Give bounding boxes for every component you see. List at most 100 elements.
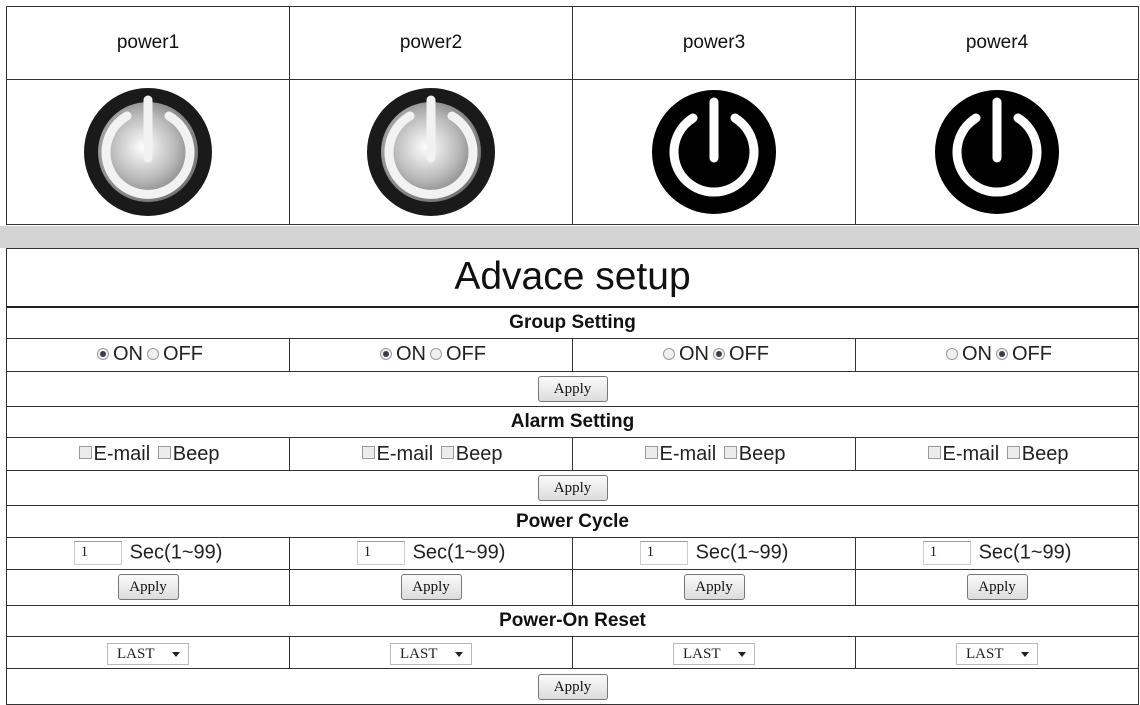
reset-mode-value: LAST [966, 645, 1004, 662]
alarm-setting-power3: E-mail Beep [572, 437, 856, 471]
power-cycle-apply-cell-2: Apply [289, 569, 573, 606]
off-radio[interactable] [147, 347, 159, 360]
outlet-label-power4: power4 [855, 6, 1139, 80]
off-label: OFF [446, 343, 486, 366]
power-on-reset-power1: LAST [6, 636, 290, 670]
on-radio[interactable] [380, 347, 392, 360]
on-radio[interactable] [663, 347, 675, 360]
alarm-setting-apply-cell: Apply [6, 469, 1139, 507]
alarm-setting-power2: E-mail Beep [289, 437, 573, 471]
cycle-unit-label: Sec(1~99) [129, 541, 223, 564]
outlet-cell-power3 [572, 79, 856, 225]
beep-label: Beep [1021, 442, 1069, 465]
outlet-label-power2: power2 [289, 6, 573, 80]
email-checkbox[interactable] [927, 446, 941, 460]
email-checkbox[interactable] [361, 446, 375, 460]
power-off-icon[interactable] [365, 86, 497, 218]
power-on-reset-apply-button[interactable]: Apply [537, 673, 608, 700]
outlet-table: power1 power2 power3 power4 [6, 6, 1139, 225]
power-on-icon[interactable] [931, 86, 1063, 218]
email-checkbox[interactable] [644, 446, 658, 460]
group-setting-power2: ON OFF [289, 338, 573, 372]
off-radio[interactable] [430, 347, 442, 360]
cycle-seconds-input[interactable]: 1 [356, 541, 405, 566]
outlet-cell-power4 [855, 79, 1139, 225]
cycle-seconds-input[interactable]: 1 [639, 541, 688, 566]
outlet-label-power3: power3 [572, 6, 856, 80]
off-label: OFF [729, 343, 769, 366]
chevron-down-icon [172, 651, 180, 657]
on-label: ON [113, 343, 143, 366]
cycle-unit-label: Sec(1~99) [695, 541, 789, 564]
power-cycle-apply-cell-4: Apply [855, 569, 1139, 606]
power-cycle-heading: Power Cycle [6, 505, 1139, 538]
reset-mode-value: LAST [683, 645, 721, 662]
email-label: E-mail [93, 442, 151, 465]
reset-mode-value: LAST [400, 645, 438, 662]
power-on-reset-power2: LAST [289, 636, 573, 670]
power-cycle-apply-cell-3: Apply [572, 569, 856, 606]
power-cycle-power2: 1 Sec(1~99) [289, 536, 573, 571]
power-cycle-apply-button-3[interactable]: Apply [683, 574, 745, 601]
reset-mode-value: LAST [117, 645, 155, 662]
power-cycle-apply-button-4[interactable]: Apply [966, 574, 1028, 601]
advance-setup-title: Advace setup [6, 247, 1139, 308]
power-cycle-power1: 1 Sec(1~99) [6, 536, 290, 571]
power-cycle-apply-cell-1: Apply [6, 569, 290, 606]
alarm-setting-heading: Alarm Setting [6, 406, 1139, 439]
chevron-down-icon [1021, 651, 1029, 657]
beep-checkbox[interactable] [440, 446, 454, 460]
power-on-icon[interactable] [648, 86, 780, 218]
reset-mode-select[interactable]: LAST [673, 642, 755, 665]
reset-mode-select[interactable]: LAST [956, 642, 1038, 665]
on-radio[interactable] [97, 347, 109, 360]
power-cycle-power3: 1 Sec(1~99) [572, 536, 856, 571]
group-setting-power4: ON OFF [855, 338, 1139, 372]
outlet-cell-power1 [6, 79, 290, 225]
on-radio[interactable] [946, 347, 958, 360]
cycle-unit-label: Sec(1~99) [412, 541, 506, 564]
email-label: E-mail [376, 442, 434, 465]
beep-checkbox[interactable] [1006, 446, 1020, 460]
cycle-seconds-input[interactable]: 1 [922, 541, 971, 566]
off-label: OFF [1012, 343, 1052, 366]
off-radio[interactable] [713, 347, 725, 360]
beep-checkbox[interactable] [723, 446, 737, 460]
off-radio[interactable] [996, 347, 1008, 360]
on-label: ON [679, 343, 709, 366]
power-on-reset-power4: LAST [855, 636, 1139, 670]
beep-checkbox[interactable] [157, 446, 171, 460]
on-label: ON [396, 343, 426, 366]
group-setting-heading: Group Setting [6, 306, 1139, 340]
beep-label: Beep [455, 442, 503, 465]
on-label: ON [962, 343, 992, 366]
chevron-down-icon [455, 651, 463, 657]
reset-mode-select[interactable]: LAST [107, 642, 189, 665]
outlet-label-power1: power1 [6, 6, 290, 80]
email-checkbox[interactable] [78, 446, 92, 460]
power-cycle-apply-button-2[interactable]: Apply [400, 574, 462, 601]
alarm-setting-power1: E-mail Beep [6, 437, 290, 471]
group-setting-apply-button[interactable]: Apply [537, 375, 608, 402]
beep-label: Beep [172, 442, 220, 465]
power-on-reset-power3: LAST [572, 636, 856, 670]
alarm-setting-apply-button[interactable]: Apply [537, 475, 608, 502]
cycle-seconds-input[interactable]: 1 [73, 541, 122, 566]
reset-mode-select[interactable]: LAST [390, 642, 472, 665]
power-on-reset-heading: Power-On Reset [6, 604, 1139, 638]
beep-label: Beep [738, 442, 786, 465]
power-cycle-power4: 1 Sec(1~99) [855, 536, 1139, 571]
power-cycle-apply-button-1[interactable]: Apply [117, 574, 179, 601]
group-setting-power3: ON OFF [572, 338, 856, 372]
cycle-unit-label: Sec(1~99) [978, 541, 1072, 564]
divider-band [0, 226, 1140, 248]
power-off-icon[interactable] [82, 86, 214, 218]
power-on-reset-apply-cell: Apply [6, 668, 1139, 705]
off-label: OFF [163, 343, 203, 366]
email-label: E-mail [659, 442, 717, 465]
chevron-down-icon [738, 651, 746, 657]
advance-setup-table: Advace setup Group Setting ON OFF ON OFF O… [6, 247, 1139, 705]
group-setting-apply-cell: Apply [6, 370, 1139, 408]
outlet-cell-power2 [289, 79, 573, 225]
group-setting-power1: ON OFF [6, 338, 290, 372]
